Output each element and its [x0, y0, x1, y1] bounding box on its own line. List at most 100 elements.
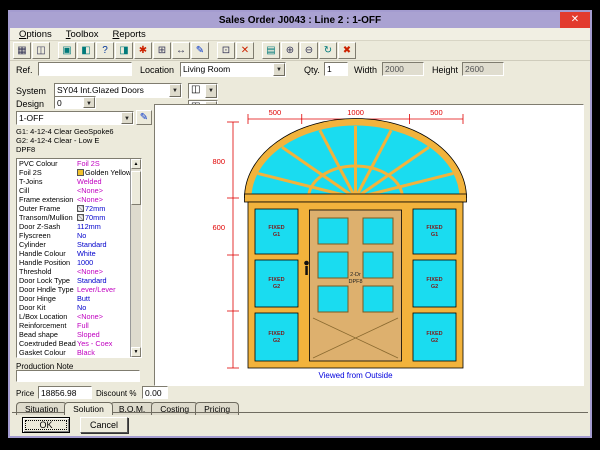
property-row[interactable]: T-Joins Welded [17, 177, 130, 186]
menu-toolbox[interactable]: Toolbox [59, 29, 106, 40]
chevron-down-icon[interactable]: ▼ [273, 63, 285, 76]
scroll-down-icon[interactable]: ▼ [131, 347, 141, 357]
property-row[interactable]: Door Hinge Butt [17, 294, 130, 303]
edit-variant-button[interactable]: ✎ [136, 110, 152, 125]
discount-input[interactable]: 0.00 [142, 386, 168, 399]
property-label: Transom/Mullion [17, 213, 77, 222]
door-code-line2: DPF8 [348, 279, 362, 285]
svg-text:G2: G2 [431, 284, 438, 290]
tab-solution[interactable]: Solution [64, 402, 113, 415]
property-list: PVC Colour Foil 2S Foil 2S Golden Yellow [16, 158, 142, 358]
property-row[interactable]: Door Kit No [17, 303, 130, 312]
location-select[interactable]: Living Room ▼ [180, 62, 286, 77]
property-row[interactable]: Transom/Mullion 70mm [17, 213, 130, 222]
chevron-down-icon[interactable]: ▼ [169, 84, 181, 97]
dim-top-3: 500 [430, 108, 443, 117]
svg-text:G2: G2 [273, 338, 280, 344]
property-row[interactable]: Frame extension <None> [17, 195, 130, 204]
property-row[interactable]: PVC Colour Foil 2S [17, 159, 130, 168]
property-swatch-icon [77, 205, 84, 212]
property-value: <None> [77, 312, 103, 321]
scroll-up-icon[interactable]: ▲ [131, 159, 141, 169]
close-button[interactable]: ✕ [560, 12, 590, 28]
qty-label: Qty. [304, 65, 320, 75]
tab-costing[interactable]: Costing [151, 402, 198, 415]
tabstrip: SituationSolutionB.O.M.CostingPricing [16, 399, 236, 413]
system-value: SY04 Int.Glazed Doors [57, 85, 168, 95]
dimensions-icon[interactable]: ↔ [172, 42, 190, 59]
property-value: Lever/Lever [77, 285, 116, 294]
scrollbar-track[interactable] [131, 169, 141, 347]
exit-icon[interactable]: ✖ [338, 42, 356, 59]
menubar: OptionsToolboxReports [10, 28, 590, 41]
zoom-out-icon[interactable]: ⊖ [300, 42, 318, 59]
design-select[interactable]: 0 ▼ [54, 96, 96, 109]
qty-input[interactable]: 1 [324, 62, 348, 76]
copy-line-icon[interactable]: ⊡ [217, 42, 235, 59]
property-row[interactable]: Door Lock Type Standard [17, 276, 130, 285]
chevron-down-icon[interactable]: ▼ [83, 97, 95, 108]
zoom-in-icon[interactable]: ⊕ [281, 42, 299, 59]
chevron-down-icon[interactable]: ▼ [121, 112, 133, 124]
refresh-icon[interactable]: ↻ [319, 42, 337, 59]
property-row[interactable]: L/Box Location <None> [17, 312, 130, 321]
svg-text:FIXED: FIXED [426, 225, 442, 231]
property-row[interactable]: Coextruded Bead Yes - Coex [17, 339, 130, 348]
hardware-icon[interactable]: ◨ [115, 42, 133, 59]
property-row[interactable]: Cylinder Standard [17, 240, 130, 249]
ref-input[interactable] [38, 62, 132, 76]
pencil-icon: ✎ [140, 112, 148, 123]
question-icon[interactable]: ? [96, 42, 114, 59]
property-row[interactable]: Threshold <None> [17, 267, 130, 276]
scrollbar-thumb[interactable] [131, 171, 141, 205]
property-value-cell: <None> [77, 267, 130, 276]
ok-button[interactable]: OK [22, 417, 70, 433]
property-row[interactable]: Outer Frame 72mm [17, 204, 130, 213]
property-row[interactable]: Door Z-Sash 112mm [17, 222, 130, 231]
toolbar: ▦◫ ▣◧?◨✱⊞↔✎ ⊡✕ ▤⊕⊖↻✖ [10, 41, 590, 61]
price-input[interactable]: 18856.98 [38, 386, 92, 399]
glazing-icon[interactable]: ◧ [77, 42, 95, 59]
property-row[interactable]: Gasket Colour Black [17, 348, 130, 357]
survey-icon[interactable]: ▣ [58, 42, 76, 59]
property-value: No [77, 231, 86, 240]
window-designer-icon[interactable]: ◫ [32, 42, 50, 59]
notes-icon[interactable]: ✎ [191, 42, 209, 59]
palette-icon[interactable]: ✱ [134, 42, 152, 59]
grid-icon[interactable]: ⊞ [153, 42, 171, 59]
menu-options[interactable]: Options [12, 29, 59, 40]
system-label: System [16, 86, 46, 96]
property-row[interactable]: Reinforcement Full [17, 321, 130, 330]
cancel-button[interactable]: Cancel [80, 417, 128, 433]
door-handle-icon [304, 261, 309, 266]
shape-select-1[interactable]: ◫ ▼ [188, 83, 218, 99]
tab-situation[interactable]: Situation [16, 402, 67, 415]
titlebar[interactable]: Sales Order J0043 : Line 2 : 1-OFF ✕ [10, 12, 590, 28]
property-value: Butt [77, 294, 90, 303]
property-row[interactable]: Foil 2S Golden Yellow [17, 168, 130, 177]
chevron-down-icon[interactable]: ▼ [205, 84, 217, 98]
tab-bom[interactable]: B.O.M. [110, 402, 154, 415]
design-label: Design [16, 99, 44, 109]
property-row[interactable]: Door Hndle Type Lever/Lever [17, 285, 130, 294]
property-value: <None> [77, 267, 103, 276]
design-value: 0 [57, 98, 82, 108]
ref-label: Ref. [16, 65, 33, 75]
property-row[interactable]: Flyscreen No [17, 231, 130, 240]
design-canvas[interactable]: 500 1000 500 800 600 [154, 104, 584, 386]
property-row[interactable]: Bead shape Sloped [17, 330, 130, 339]
property-value-cell: Standard [77, 276, 130, 285]
menu-reports[interactable]: Reports [106, 29, 153, 40]
property-value-cell: Lever/Lever [77, 285, 130, 294]
delete-line-icon[interactable]: ✕ [236, 42, 254, 59]
screen: { "window": { "title": "Sales Order J004… [0, 0, 600, 450]
property-row[interactable]: Handle Position 1000 [17, 258, 130, 267]
tab-pricing[interactable]: Pricing [195, 402, 239, 415]
new-line-icon[interactable]: ▦ [13, 42, 31, 59]
property-row[interactable]: Cill <None> [17, 186, 130, 195]
property-scrollbar[interactable]: ▲ ▼ [130, 159, 141, 357]
property-row[interactable]: Handle Colour White [17, 249, 130, 258]
calculator-icon[interactable]: ▤ [262, 42, 280, 59]
production-note-input[interactable] [16, 370, 140, 382]
variant-select[interactable]: 1-OFF ▼ [16, 111, 134, 125]
